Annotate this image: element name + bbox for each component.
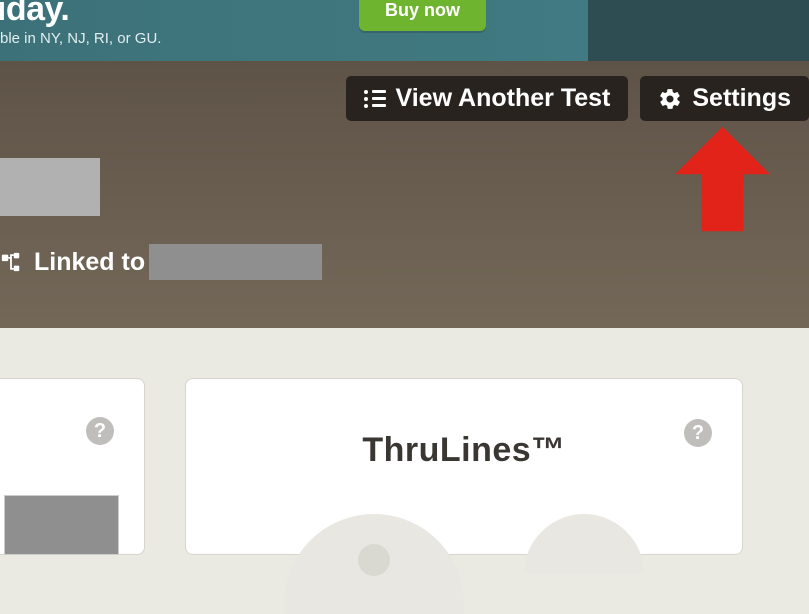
settings-label: Settings	[692, 84, 791, 113]
settings-button[interactable]: Settings	[640, 76, 809, 121]
list-icon	[364, 90, 386, 108]
promo-banner: this holiday. ble in NY, NJ, RI, or GU. …	[0, 0, 588, 62]
help-icon[interactable]: ?	[684, 419, 712, 447]
linked-to-row: Linked to	[0, 244, 322, 280]
banner-title-fragment: this holiday.	[0, 0, 69, 29]
thrulines-title: ThruLines™	[186, 431, 742, 470]
banner-side-panel	[588, 0, 809, 62]
banner-subtitle: ble in NY, NJ, RI, or GU.	[0, 30, 161, 47]
linked-to-text: Linked to	[34, 248, 145, 277]
view-test-label: View Another Test	[396, 84, 611, 113]
linked-name-placeholder	[149, 244, 322, 280]
card-left: ?	[0, 378, 145, 555]
help-icon[interactable]: ?	[86, 417, 114, 445]
buy-now-button[interactable]: Buy now	[359, 0, 486, 31]
red-arrow-annotation	[675, 126, 770, 232]
thumbnail-row	[0, 495, 119, 555]
thumbnail-image[interactable]	[4, 495, 119, 555]
thrulines-card: ? ThruLines™	[185, 378, 743, 555]
profile-avatar-placeholder	[0, 158, 100, 216]
view-another-test-button[interactable]: View Another Test	[346, 76, 629, 121]
link-tree-icon	[0, 251, 22, 273]
header-actions: View Another Test Settings	[346, 76, 809, 121]
person-silhouette	[284, 514, 464, 614]
person-silhouette	[524, 514, 644, 574]
content-cards: ? ? ThruLines™	[0, 378, 743, 555]
silhouette-graphic	[284, 514, 644, 614]
gear-icon	[658, 87, 682, 111]
